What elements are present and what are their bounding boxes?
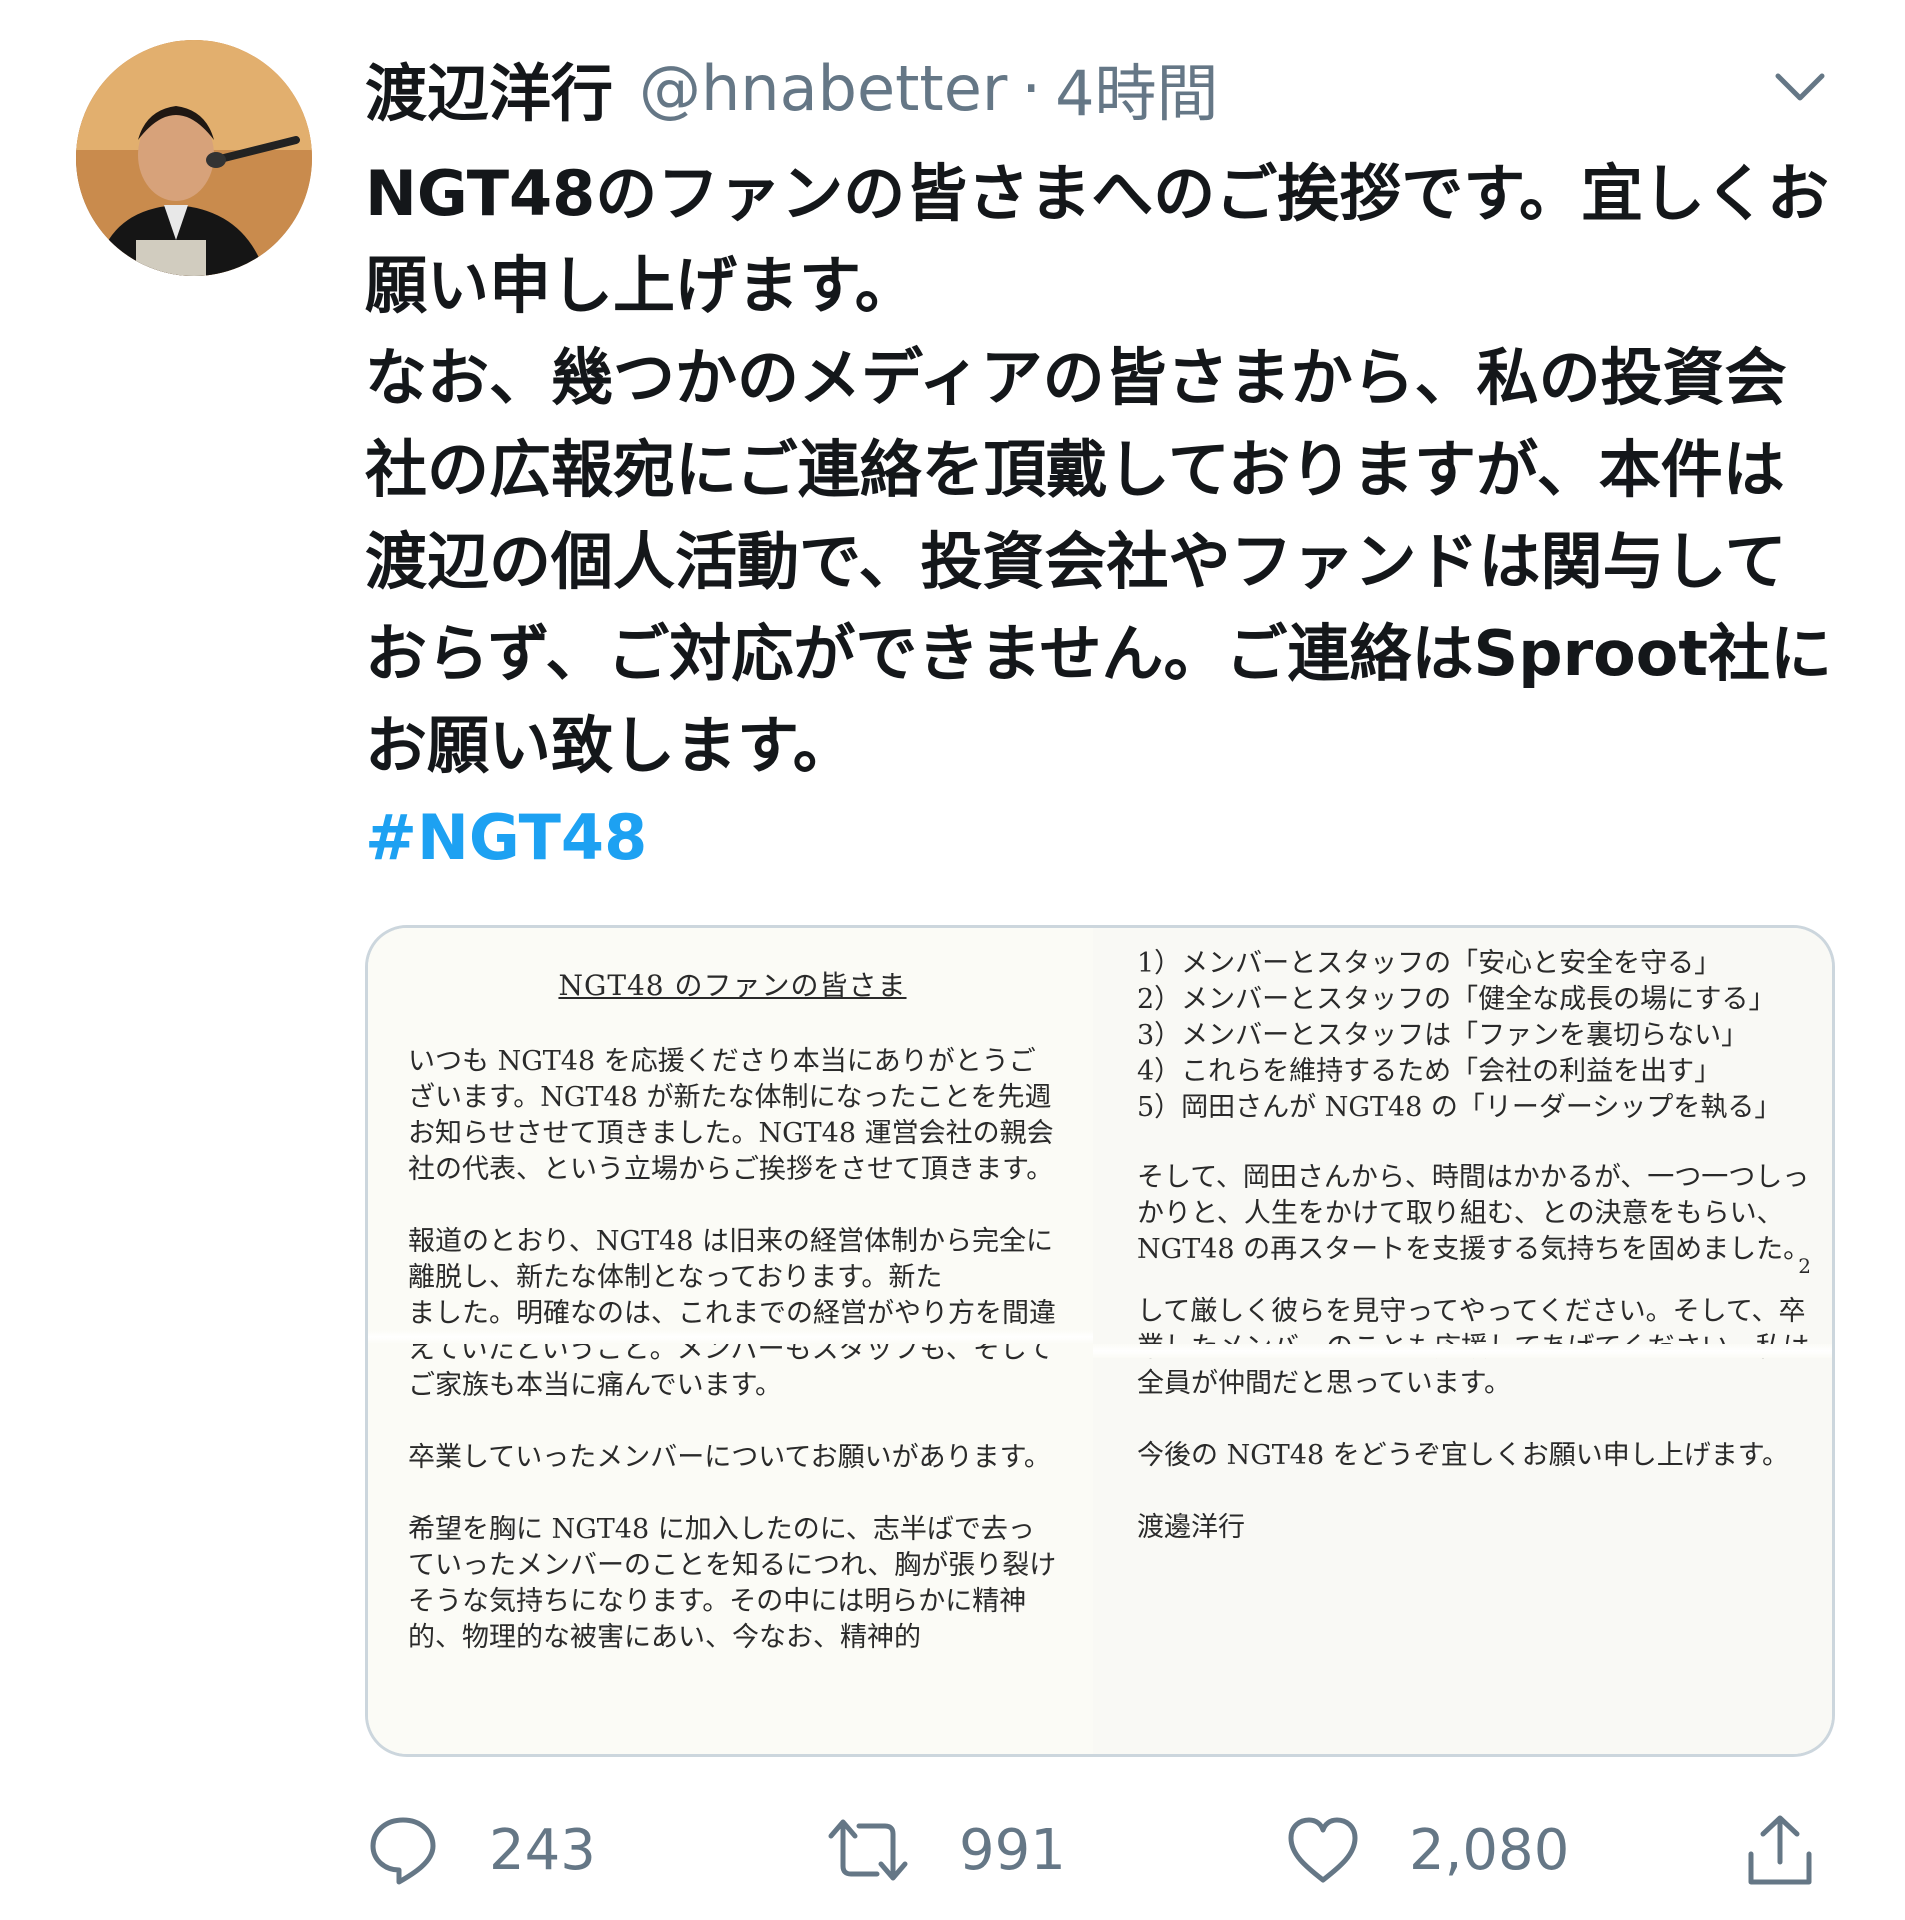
tweet-paragraph-1: NGT48のファンの皆さまへのご挨拶です。宜しくお願い申し上げます。 — [365, 157, 1830, 322]
reply-icon — [370, 1817, 436, 1885]
letter-paragraph: 報道のとおり、NGT48 は旧来の経営体制から完全に離脱し、新たな体制となってお… — [408, 1226, 1054, 1293]
reply-count: 243 — [489, 1817, 596, 1883]
letter-paragraph: 卒業していったメンバーについてお願いがあります。 — [408, 1442, 1051, 1473]
share-button[interactable] — [1745, 1810, 1815, 1890]
like-button[interactable]: 2,080 — [1285, 1810, 1569, 1890]
letter-page-right: 1）メンバーとスタッフの「安心と安全を守る」 2）メンバーとスタッフの「健全な成… — [1093, 928, 1832, 1754]
list-item: 5）岡田さんが NGT48 の「リーダーシップを執る」 — [1137, 1092, 1782, 1123]
chevron-down-icon[interactable] — [1770, 62, 1830, 110]
separator-dot: · — [1021, 51, 1042, 125]
tweet-actions: 243 991 2,080 — [365, 1810, 1845, 1890]
letter-paragraph: 今後の NGT48 をどうぞ宜しくお願い申し上げます。 — [1137, 1440, 1790, 1471]
list-item: 3）メンバーとスタッフは「ファンを裏切らない」 — [1137, 1020, 1749, 1051]
avatar[interactable] — [76, 40, 312, 276]
letter-list: 1）メンバーとスタッフの「安心と安全を守る」 2）メンバーとスタッフの「健全な成… — [1137, 946, 1811, 1126]
retweet-icon — [828, 1819, 908, 1881]
display-name[interactable]: 渡辺洋行 — [365, 43, 613, 133]
reply-button[interactable]: 243 — [365, 1810, 596, 1890]
letter-page-left: NGT48 のファンの皆さま いつも NGT48 を応援くださり本当にありがとう… — [368, 928, 1093, 1754]
retweet-button[interactable]: 991 — [825, 1810, 1066, 1890]
letter-paragraph: そして、岡田さんから、時間はかかるが、一つ一つしっかりと、人生をかけて取り組む、… — [1137, 1162, 1811, 1265]
list-item: 2）メンバーとスタッフの「健全な成長の場にする」 — [1137, 984, 1776, 1015]
avatar-photo — [76, 40, 312, 276]
tweet-paragraph-2: なお、幾つかのメディアの皆さまから、私の投資会社の広報宛にご連絡を頂戴しておりま… — [365, 341, 1832, 782]
letter-title: NGT48 のファンの皆さま — [558, 969, 907, 1002]
user-handle[interactable]: @hnabetter — [639, 52, 1007, 125]
list-item: 4）これらを維持するため「会社の利益を出す」 — [1137, 1056, 1722, 1087]
tweet: 渡辺洋行 @hnabetter · 4時間 NGT48のファンの皆さまへのご挨拶… — [0, 0, 1905, 1920]
tweet-text: NGT48のファンの皆さまへのご挨拶です。宜しくお願い申し上げます。 なお、幾つ… — [365, 148, 1845, 884]
letter-paragraph: いつも NGT48 を応援くださり本当にありがとうございます。NGT48 が新た… — [408, 1046, 1054, 1185]
hashtag-link[interactable]: #NGT48 — [365, 801, 647, 874]
media-attachment[interactable]: NGT48 のファンの皆さま いつも NGT48 を応援くださり本当にありがとう… — [365, 925, 1835, 1757]
page-splice — [1093, 1344, 1832, 1358]
letter-paragraph: 希望を胸に NGT48 に加入したのに、志半ばで去っていったメンバーのことを知る… — [408, 1514, 1057, 1653]
timestamp[interactable]: 4時間 — [1055, 43, 1218, 133]
retweet-count: 991 — [959, 1817, 1066, 1883]
tweet-header: 渡辺洋行 @hnabetter · 4時間 — [365, 48, 1219, 131]
share-icon — [1748, 1815, 1812, 1885]
like-count: 2,080 — [1409, 1817, 1570, 1883]
list-item: 1）メンバーとスタッフの「安心と安全を守る」 — [1137, 948, 1722, 979]
letter-paragraph: ました。明確なのは、これまでの経営がやり方を間違えていたということ。メンバーもス… — [408, 1298, 1056, 1401]
heart-icon — [1288, 1817, 1358, 1883]
page-splice — [368, 1330, 1093, 1344]
letter-signature: 渡邊洋行 — [1137, 1512, 1245, 1543]
